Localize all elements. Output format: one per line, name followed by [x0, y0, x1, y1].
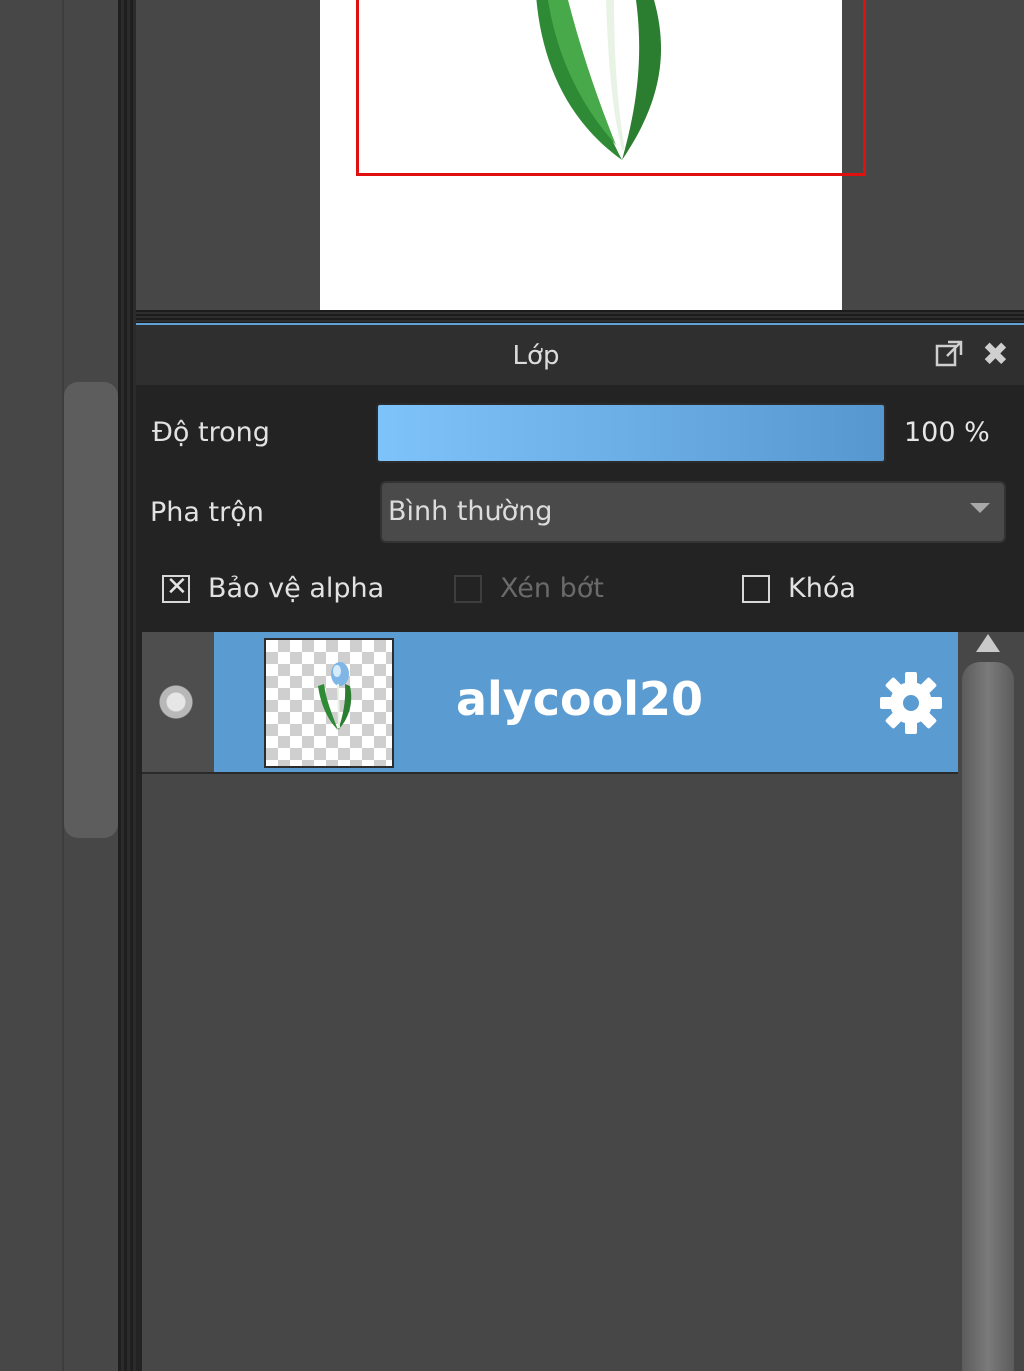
- visibility-dot-icon[interactable]: [158, 684, 194, 720]
- clip-checkbox: [454, 575, 482, 603]
- plant-artwork: [536, 0, 662, 160]
- protect-alpha-checkbox[interactable]: ✕: [162, 572, 190, 603]
- opacity-value: 100 %: [904, 417, 990, 448]
- visibility-cell: [142, 632, 214, 772]
- layer-row[interactable]: alycool20: [142, 632, 958, 774]
- clip-label: Xén bớt: [500, 573, 604, 604]
- blend-mode-select[interactable]: Bình thường: [380, 481, 1006, 543]
- chevron-down-icon: [970, 503, 990, 513]
- layer-list: alycool20: [142, 632, 960, 1371]
- panel-splitter[interactable]: [136, 310, 1024, 324]
- layer-panel: Lớp ✖ Độ trong 100 % Pha trộn Bình thườn…: [136, 325, 1024, 1371]
- dock-splitter[interactable]: [118, 0, 136, 1371]
- scrollbar-thumb[interactable]: [962, 662, 1014, 1371]
- layer-list-scrollbar: [960, 632, 1024, 1371]
- panel-title: Lớp: [512, 341, 560, 371]
- lock-label[interactable]: Khóa: [788, 573, 856, 604]
- popout-icon[interactable]: [934, 339, 964, 369]
- canvas-viewport[interactable]: [136, 0, 1024, 310]
- layer-name[interactable]: alycool20: [456, 672, 703, 726]
- blend-mode-value: Bình thường: [388, 496, 553, 527]
- opacity-slider-fill: [378, 405, 884, 461]
- protect-alpha-label[interactable]: Bảo vệ alpha: [208, 573, 384, 604]
- opacity-slider[interactable]: [376, 403, 886, 463]
- blend-mode-label: Pha trộn: [150, 497, 264, 528]
- lock-checkbox[interactable]: [742, 575, 770, 603]
- plant-thumbnail-icon: [318, 662, 352, 730]
- gear-icon[interactable]: [878, 670, 944, 736]
- checkmark-x-icon: ✕: [166, 572, 188, 602]
- left-scrollbar-thumb[interactable]: [64, 382, 118, 838]
- close-icon[interactable]: ✖: [982, 335, 1009, 373]
- opacity-label: Độ trong: [152, 417, 270, 448]
- scroll-up-arrow-icon[interactable]: [976, 634, 1000, 652]
- layer-thumbnail: [264, 638, 394, 768]
- panel-header: Lớp ✖: [136, 325, 1024, 385]
